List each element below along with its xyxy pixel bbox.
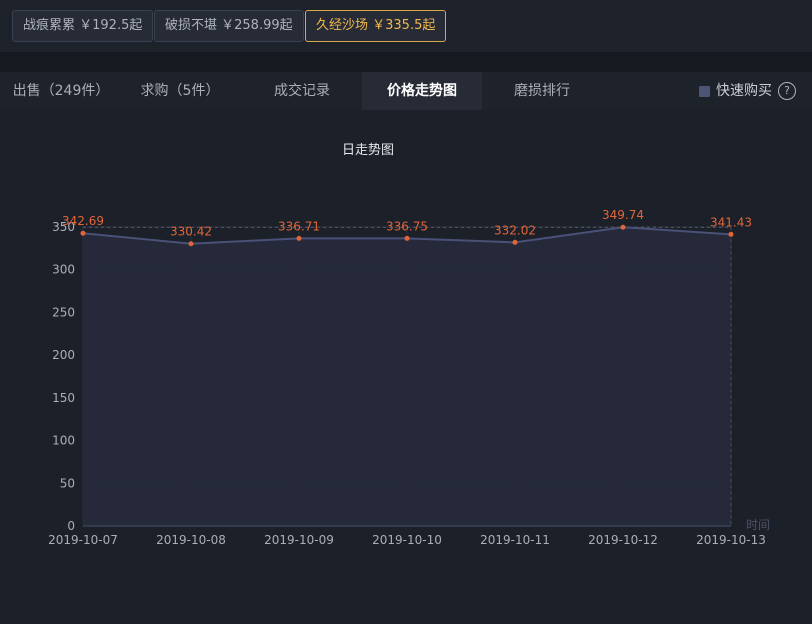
wear-button-battle-scarred[interactable]: 战痕累累 ￥192.5起 (12, 10, 154, 42)
data-value-label: 336.75 (386, 219, 428, 233)
y-tick-label: 100 (52, 434, 75, 448)
market-tabs: 出售（249件） 求购（5件） 成交记录 价格走势图 磨损排行 快速购买 ? (0, 72, 812, 110)
question-circle-icon[interactable]: ? (778, 82, 796, 100)
price-chart-panel: 日走势图 0 50 100 150 200 250 300 350 342.69 330.42 336… (0, 110, 812, 620)
data-point (188, 241, 194, 247)
data-point (80, 230, 86, 236)
tab-sell[interactable]: 出售（249件） (0, 72, 122, 110)
y-tick-label: 0 (67, 519, 75, 533)
wear-button-well-worn[interactable]: 破损不堪 ￥258.99起 (154, 10, 304, 42)
data-value-label: 330.42 (170, 225, 212, 239)
y-tick-label: 300 (52, 263, 75, 277)
data-point (296, 235, 302, 241)
x-tick-label: 2019-10-08 (156, 533, 226, 547)
x-tick-label: 2019-10-12 (588, 533, 658, 547)
tab-buy-orders[interactable]: 求购（5件） (122, 72, 238, 110)
data-value-label: 342.69 (62, 214, 104, 228)
x-tick-label: 2019-10-10 (372, 533, 442, 547)
data-value-label: 336.71 (278, 219, 320, 233)
tab-trade-history[interactable]: 成交记录 (242, 72, 362, 110)
data-value-label: 349.74 (602, 208, 644, 222)
y-tick-label: 50 (60, 476, 75, 490)
tab-price-trend[interactable]: 价格走势图 (362, 72, 482, 110)
wear-level-bar: 战痕累累 ￥192.5起 破损不堪 ￥258.99起 久经沙场 ￥335.5起 (0, 0, 812, 52)
series-area (83, 227, 731, 526)
y-tick-label: 200 (52, 348, 75, 362)
section-divider (0, 52, 812, 72)
data-value-label: 332.02 (494, 223, 536, 237)
wear-button-field-tested[interactable]: 久经沙场 ￥335.5起 (305, 10, 447, 42)
y-tick-label: 250 (52, 305, 75, 319)
y-tick-label: 150 (52, 391, 75, 405)
x-tick-label: 2019-10-09 (264, 533, 334, 547)
x-tick-label: 2019-10-07 (48, 533, 118, 547)
x-tick-label: 2019-10-11 (480, 533, 550, 547)
quick-buy-toggle: 快速购买 ? (699, 72, 796, 110)
data-point (512, 239, 518, 245)
quick-buy-label[interactable]: 快速购买 (716, 72, 772, 110)
data-point (404, 235, 410, 241)
data-point (620, 224, 626, 230)
x-tick-label: 2019-10-13 (696, 533, 766, 547)
data-point (728, 231, 734, 237)
chart-title: 日走势图 (342, 142, 394, 158)
quick-buy-checkbox[interactable] (699, 85, 710, 97)
x-axis-label: 时间 (746, 518, 770, 532)
tab-wear-ranking[interactable]: 磨损排行 (482, 72, 602, 110)
price-trend-chart: 日走势图050100150200250300350342.69330.42 336… (48, 142, 770, 547)
data-value-label: 341.43 (710, 215, 752, 229)
